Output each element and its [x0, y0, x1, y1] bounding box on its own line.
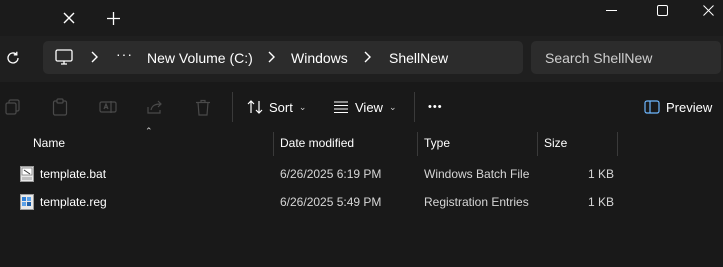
batch-file-icon — [20, 166, 34, 182]
registry-file-icon — [20, 194, 34, 210]
chevron-down-icon: ⌄ — [298, 101, 307, 112]
refresh-icon — [7, 51, 19, 64]
minimize-icon — [605, 9, 617, 11]
file-type: Windows Batch File — [424, 167, 530, 181]
file-row[interactable]: template.bat 6/26/2025 6:19 PM Windows B… — [0, 160, 723, 188]
copy-button[interactable] — [2, 96, 24, 118]
maximize-button[interactable] — [639, 0, 685, 20]
paste-button[interactable] — [49, 96, 71, 118]
plus-icon — [106, 11, 120, 25]
column-header-date[interactable]: Date modified — [280, 136, 354, 150]
share-button[interactable] — [144, 96, 166, 118]
address-row: ··· New Volume (C:) Windows ShellNew — [0, 36, 723, 82]
file-name[interactable]: template.reg — [40, 195, 107, 209]
copy-icon — [5, 99, 20, 115]
title-bar — [0, 0, 723, 36]
sort-button[interactable]: Sort ⌄ — [247, 94, 306, 120]
share-icon — [147, 100, 162, 114]
search-box[interactable] — [531, 41, 721, 74]
search-input[interactable] — [545, 49, 715, 67]
sort-label: Sort — [269, 99, 293, 115]
column-header-size[interactable]: Size — [544, 136, 567, 150]
file-date: 6/26/2025 6:19 PM — [280, 167, 382, 181]
rename-icon — [99, 101, 117, 113]
file-type: Registration Entries — [424, 195, 529, 209]
chevron-right-icon[interactable] — [265, 50, 277, 64]
column-header-name[interactable]: Name — [33, 136, 65, 150]
column-headers: ⌃ Name Date modified Type Size — [0, 126, 723, 156]
trash-icon — [196, 99, 210, 116]
breadcrumb-windows[interactable]: Windows — [291, 50, 348, 66]
column-header-type[interactable]: Type — [424, 136, 450, 150]
close-window-icon — [702, 4, 714, 16]
file-size: 1 KB — [588, 167, 615, 181]
column-divider[interactable] — [617, 132, 618, 156]
chevron-down-icon: ⌄ — [388, 101, 397, 112]
toolbar-divider — [232, 92, 233, 122]
close-icon — [63, 12, 75, 24]
column-divider[interactable] — [417, 132, 418, 156]
sort-icon — [247, 100, 263, 114]
delete-button[interactable] — [192, 96, 214, 118]
sort-ascending-icon: ⌃ — [145, 126, 153, 136]
chevron-right-icon[interactable] — [361, 50, 373, 64]
file-size: 1 KB — [588, 195, 615, 209]
rename-button[interactable] — [97, 96, 119, 118]
view-label: View — [355, 99, 383, 115]
column-divider[interactable] — [273, 132, 274, 156]
paste-icon — [52, 98, 68, 116]
breadcrumb-drive[interactable]: New Volume (C:) — [147, 50, 253, 66]
minimize-button[interactable] — [588, 0, 634, 20]
command-bar: Sort ⌄ View ⌄ ••• Preview — [0, 82, 723, 132]
file-date: 6/26/2025 5:49 PM — [280, 195, 382, 209]
address-bar[interactable]: ··· New Volume (C:) Windows ShellNew — [43, 41, 523, 74]
refresh-button[interactable] — [2, 47, 24, 69]
new-tab-button[interactable] — [101, 6, 125, 30]
chevron-right-icon[interactable] — [88, 50, 100, 64]
preview-pane-icon — [644, 100, 660, 114]
view-icon — [334, 101, 348, 113]
breadcrumb-shellnew[interactable]: ShellNew — [389, 50, 448, 66]
maximize-icon — [656, 4, 668, 16]
toolbar-divider — [414, 92, 415, 122]
file-row[interactable]: template.reg 6/26/2025 5:49 PM Registrat… — [0, 188, 723, 216]
breadcrumb-overflow-button[interactable]: ··· — [116, 46, 133, 62]
this-pc-icon[interactable] — [55, 49, 73, 65]
more-icon: ••• — [428, 101, 443, 113]
more-options-button[interactable]: ••• — [428, 94, 443, 120]
preview-label: Preview — [666, 99, 713, 115]
preview-pane-button[interactable]: Preview — [644, 94, 712, 120]
close-tab-button[interactable] — [57, 6, 81, 30]
close-window-button[interactable] — [685, 0, 723, 20]
column-divider[interactable] — [537, 132, 538, 156]
file-name[interactable]: template.bat — [40, 167, 106, 181]
view-button[interactable]: View ⌄ — [333, 94, 397, 120]
